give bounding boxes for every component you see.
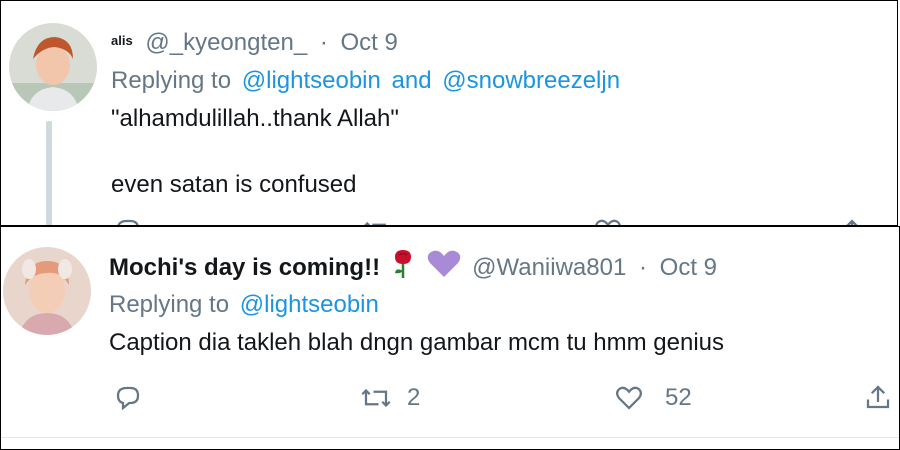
person-photo-avatar-icon [3,247,91,335]
separator-dot: · [319,29,328,56]
share-icon [866,385,890,409]
reply-icon[interactable] [113,216,143,225]
share-button[interactable] [863,382,893,412]
display-name[interactable]: alis [111,33,133,48]
reply-mention-1[interactable]: @lightseobin [240,291,379,318]
reply-icon [116,386,140,411]
replying-to-label: Replying to [109,291,230,318]
retweet-icon [361,388,391,408]
retweet-button[interactable]: 2 [359,383,420,413]
thread-connector-line [46,121,52,225]
like-icon [616,386,642,410]
tweet-date[interactable]: Oct 9 [660,254,717,281]
purple-heart-emoji-icon [427,250,461,287]
like-button[interactable]: 52 [613,383,692,413]
tweet-date[interactable]: Oct 9 [341,29,398,56]
tweet2-body: Caption dia takleh blah dngn gambar mcm … [109,329,724,356]
tweet-1[interactable]: alis @_kyeongten_ · Oct 9 Replying to @l… [0,0,898,226]
tweet-divider [1,437,899,438]
share-icon[interactable] [837,216,867,225]
retweet-count: 2 [407,384,421,411]
tweet-2[interactable]: Mochi's day is coming!! @Waniiwa801 · Oc… [0,226,900,450]
reply-button[interactable] [113,383,143,413]
replying-to-line: Replying to @lightseobin and @snowbreeze… [111,65,620,97]
tweet1-header: alis @_kyeongten_ · Oct 9 [111,27,398,59]
retweet-icon[interactable] [361,216,391,225]
reply-mention-1[interactable]: @lightseobin [242,67,381,94]
separator-dot: · [638,253,647,281]
like-count: 52 [665,384,692,411]
tweet2-avatar[interactable] [3,247,91,335]
rose-emoji-icon [391,249,415,288]
replying-to-label: Replying to [111,67,232,94]
replying-to-line: Replying to @lightseobin [109,289,379,321]
tweet1-avatar[interactable] [9,23,97,111]
user-handle[interactable]: @_kyeongten_ [145,29,307,56]
like-icon[interactable] [593,216,623,225]
user-handle[interactable]: @Waniiwa801 [472,254,626,281]
reply-joiner: and [391,67,432,94]
reply-mention-2[interactable]: @snowbreezeljn [442,67,620,94]
tweet2-header: Mochi's day is coming!! @Waniiwa801 · Oc… [109,249,717,288]
tweet1-body-line1: "alhamdulillah..thank Allah" [111,105,399,132]
tweet1-body-line2: even satan is confused [111,171,357,198]
person-photo-avatar-icon [9,23,97,111]
display-name[interactable]: Mochi's day is coming!! [109,254,380,281]
